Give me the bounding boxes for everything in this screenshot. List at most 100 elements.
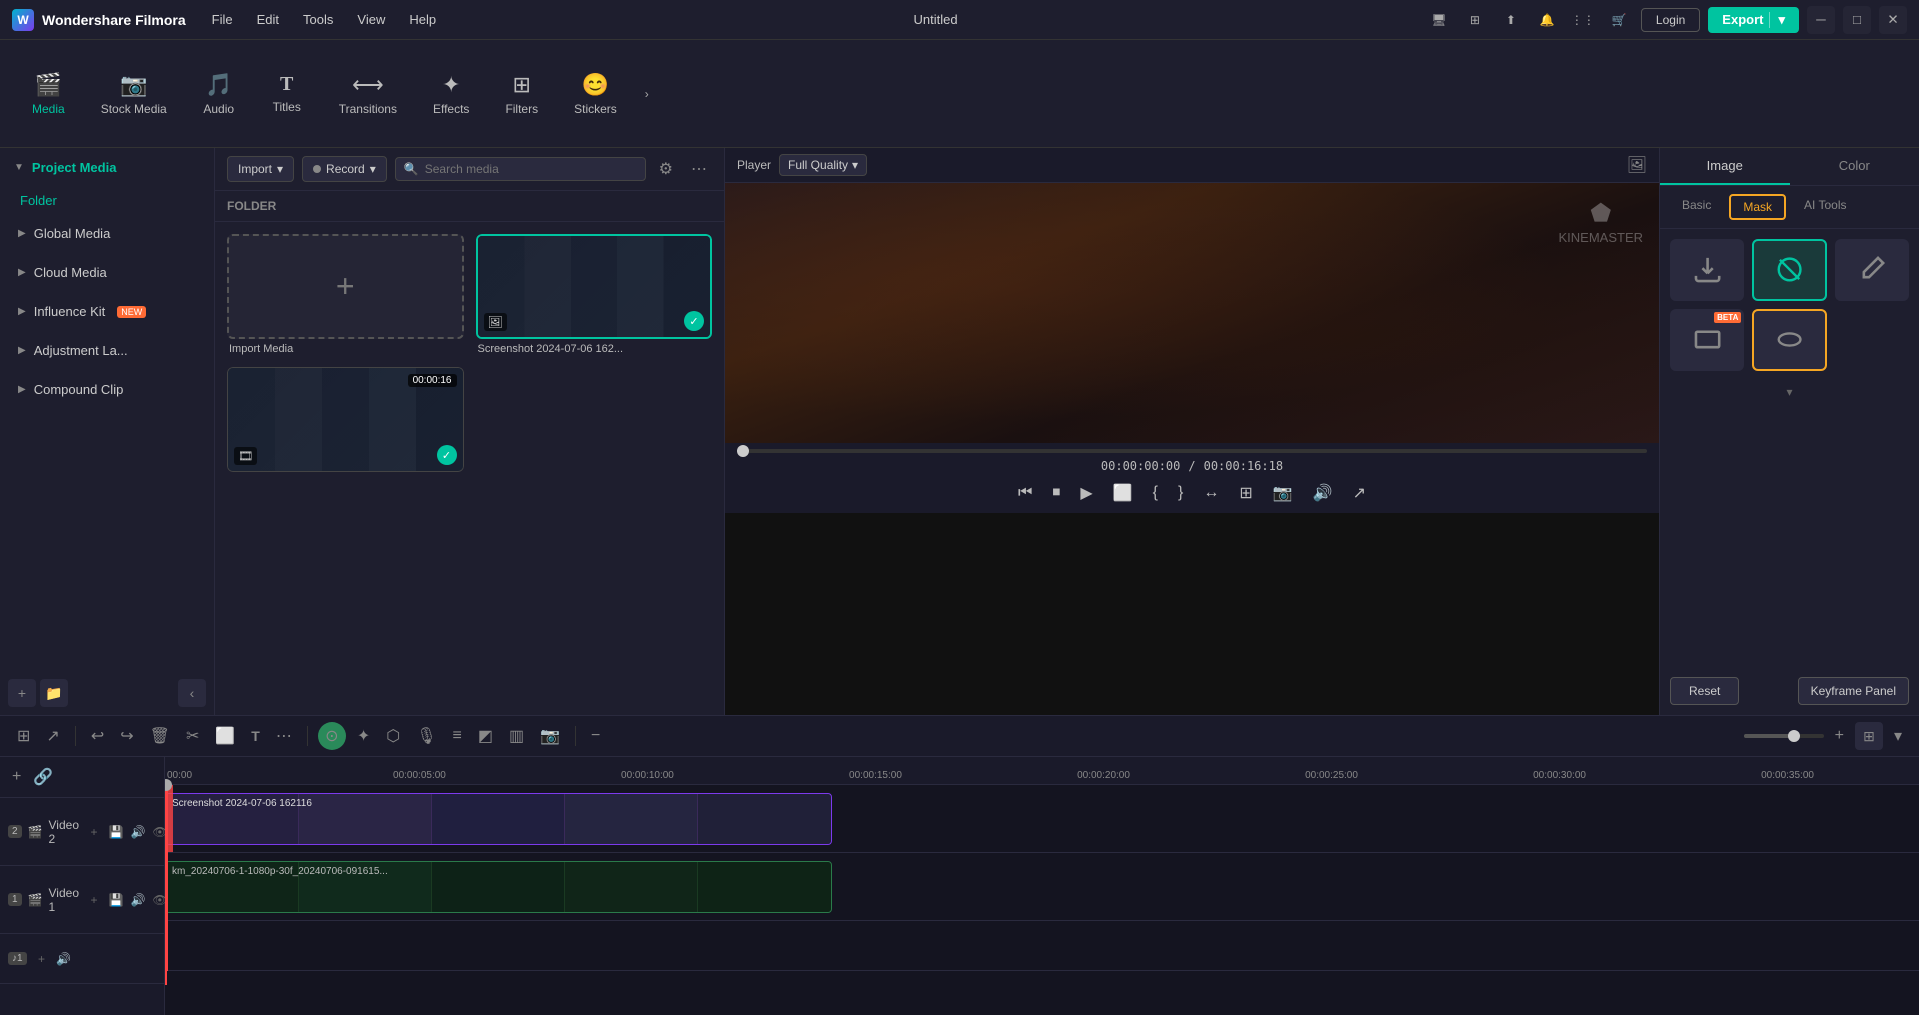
toolbar-more[interactable]: ›: [637, 79, 657, 109]
toolbar-audio[interactable]: 🎵 Audio: [187, 64, 251, 124]
shop-icon[interactable]: 🛒: [1605, 6, 1633, 34]
video1-volume-button[interactable]: 🔊: [129, 891, 147, 909]
skip-back-button[interactable]: ⏮: [1014, 480, 1036, 506]
text-button[interactable]: T: [246, 725, 265, 747]
minimize-button[interactable]: ─: [1807, 6, 1835, 34]
login-button[interactable]: Login: [1641, 8, 1700, 32]
volume-button[interactable]: 🔊: [1309, 479, 1337, 507]
sidebar-item-compound-clip[interactable]: ▶ Compound Clip: [6, 372, 208, 407]
transition-insert-button[interactable]: ▥: [504, 723, 529, 749]
zoom-out-button[interactable]: −: [586, 724, 605, 748]
video1-save-button[interactable]: 💾: [107, 891, 125, 909]
crop-button[interactable]: ⬜: [1109, 479, 1137, 507]
link-button[interactable]: 🔗: [29, 763, 57, 791]
zoom-slider[interactable]: [1744, 734, 1824, 738]
search-box[interactable]: 🔍: [395, 157, 646, 181]
record-button[interactable]: Record ▾: [302, 156, 387, 182]
mask-shape-ellipse[interactable]: [1752, 309, 1826, 371]
clip-km-video[interactable]: km_20240706-1-1080p-30f_20240706-091615.…: [165, 861, 832, 913]
auto-sync-button[interactable]: ≡: [448, 724, 467, 748]
progress-bar[interactable]: [737, 449, 1647, 453]
toolbar-stickers[interactable]: 😊 Stickers: [558, 64, 633, 124]
export-button[interactable]: Export ▾: [1708, 7, 1799, 33]
audio1-volume-button[interactable]: 🔊: [55, 950, 73, 968]
split-button[interactable]: ◩: [473, 723, 498, 749]
media-item-clip2[interactable]: 00:00:16 🎞 ✓: [227, 367, 464, 472]
maximize-button[interactable]: □: [1843, 6, 1871, 34]
fullscreen-button[interactable]: ⊞: [1235, 479, 1256, 507]
settings-button[interactable]: ↗: [1349, 479, 1370, 507]
zoom-in-button[interactable]: +: [1830, 724, 1849, 748]
toolbar-effects[interactable]: ✦ Effects: [417, 64, 485, 124]
import-button[interactable]: Import ▾: [227, 156, 294, 182]
toolbar-transitions[interactable]: ⟷ Transitions: [323, 64, 413, 124]
fit-button[interactable]: ↔: [1199, 480, 1223, 506]
snapshot-button[interactable]: 📷: [1269, 479, 1297, 507]
delete-button[interactable]: 🗑: [145, 723, 175, 749]
playhead[interactable]: [165, 785, 167, 985]
menu-help[interactable]: Help: [399, 8, 446, 31]
video2-save-button[interactable]: 💾: [107, 823, 125, 841]
mask-shape-pen[interactable]: [1835, 239, 1909, 301]
audio-mute-button[interactable]: ⊙: [318, 722, 346, 750]
add-folder-button[interactable]: +: [8, 679, 36, 707]
search-input[interactable]: [425, 162, 637, 176]
sidebar-folder-item[interactable]: Folder: [0, 187, 214, 214]
more-options-chevron[interactable]: ▾: [1889, 723, 1907, 749]
sidebar-item-cloud-media[interactable]: ▶ Cloud Media: [6, 255, 208, 290]
video2-add-button[interactable]: +: [85, 823, 103, 841]
upload-icon[interactable]: ⬆: [1497, 6, 1525, 34]
preview-image-button[interactable]: 🖼: [1627, 155, 1647, 175]
toolbar-media[interactable]: 🎬 Media: [16, 64, 81, 124]
play-button[interactable]: ▶: [1076, 479, 1096, 507]
mark-out-button[interactable]: }: [1174, 480, 1187, 506]
more-timeline-button[interactable]: ⋯: [271, 723, 297, 749]
grid-icon[interactable]: ⊞: [1461, 6, 1489, 34]
tab-color[interactable]: Color: [1790, 148, 1919, 185]
voiceover-button[interactable]: 🎙: [411, 723, 441, 749]
undo-button[interactable]: ↩: [86, 723, 109, 749]
bell-icon[interactable]: 🔔: [1533, 6, 1561, 34]
stabilize-button[interactable]: ⬡: [381, 723, 405, 749]
video1-add-button[interactable]: +: [85, 891, 103, 909]
toolbar-titles[interactable]: T Titles: [255, 65, 319, 122]
timeline-select-button[interactable]: ⊞: [12, 723, 35, 749]
tab-image[interactable]: Image: [1660, 148, 1790, 185]
reset-button[interactable]: Reset: [1670, 677, 1739, 705]
monitor-icon[interactable]: 🖥: [1425, 6, 1453, 34]
sidebar-item-global-media[interactable]: ▶ Global Media: [6, 216, 208, 251]
toolbar-filters[interactable]: ⊞ Filters: [489, 64, 554, 124]
crop-timeline-button[interactable]: ⬜: [210, 723, 240, 749]
quality-select[interactable]: Full Quality ▾: [779, 154, 867, 176]
close-button[interactable]: ✕: [1879, 6, 1907, 34]
cut-button[interactable]: ✂: [181, 723, 204, 749]
menu-edit[interactable]: Edit: [247, 8, 289, 31]
media-item-clip1[interactable]: 🖼 ✓ Screenshot 2024-07-06 162...: [476, 234, 713, 355]
menu-view[interactable]: View: [347, 8, 395, 31]
mask-shape-rectangle[interactable]: BETA: [1670, 309, 1744, 371]
more-options-button[interactable]: ⋯: [686, 156, 712, 182]
sidebar-item-project-media[interactable]: ▼ Project Media: [6, 150, 208, 185]
toolbar-stock-media[interactable]: 📷 Stock Media: [85, 64, 183, 124]
filter-button[interactable]: ⚙: [654, 156, 678, 182]
track-area[interactable]: 00:00 00:00:05:00 00:00:10:00 00:00:15:0…: [165, 757, 1919, 1015]
motion-button[interactable]: ✦: [352, 723, 375, 749]
keyframe-panel-button[interactable]: Keyframe Panel: [1798, 677, 1909, 705]
mask-tab-ai-tools[interactable]: AI Tools: [1792, 194, 1858, 220]
menu-tools[interactable]: Tools: [293, 8, 343, 31]
export-chevron[interactable]: ▾: [1769, 12, 1785, 28]
redo-button[interactable]: ↪: [115, 723, 138, 749]
apps-icon[interactable]: ⋮⋮: [1569, 6, 1597, 34]
menu-file[interactable]: File: [202, 8, 243, 31]
mark-in-button[interactable]: {: [1149, 480, 1162, 506]
thumbnail-button[interactable]: 📷: [535, 723, 565, 749]
sidebar-item-influence-kit[interactable]: ▶ Influence Kit NEW: [6, 294, 208, 329]
add-track-button[interactable]: +: [8, 763, 25, 791]
folder-button[interactable]: 📁: [40, 679, 68, 707]
stop-button[interactable]: ⏹: [1048, 480, 1064, 506]
track-options-button[interactable]: ⊞: [1855, 722, 1883, 750]
mask-tab-basic[interactable]: Basic: [1670, 194, 1723, 220]
audio1-add-button[interactable]: +: [33, 950, 51, 968]
sidebar-item-adjustment-layer[interactable]: ▶ Adjustment La...: [6, 333, 208, 368]
video2-volume-button[interactable]: 🔊: [129, 823, 147, 841]
